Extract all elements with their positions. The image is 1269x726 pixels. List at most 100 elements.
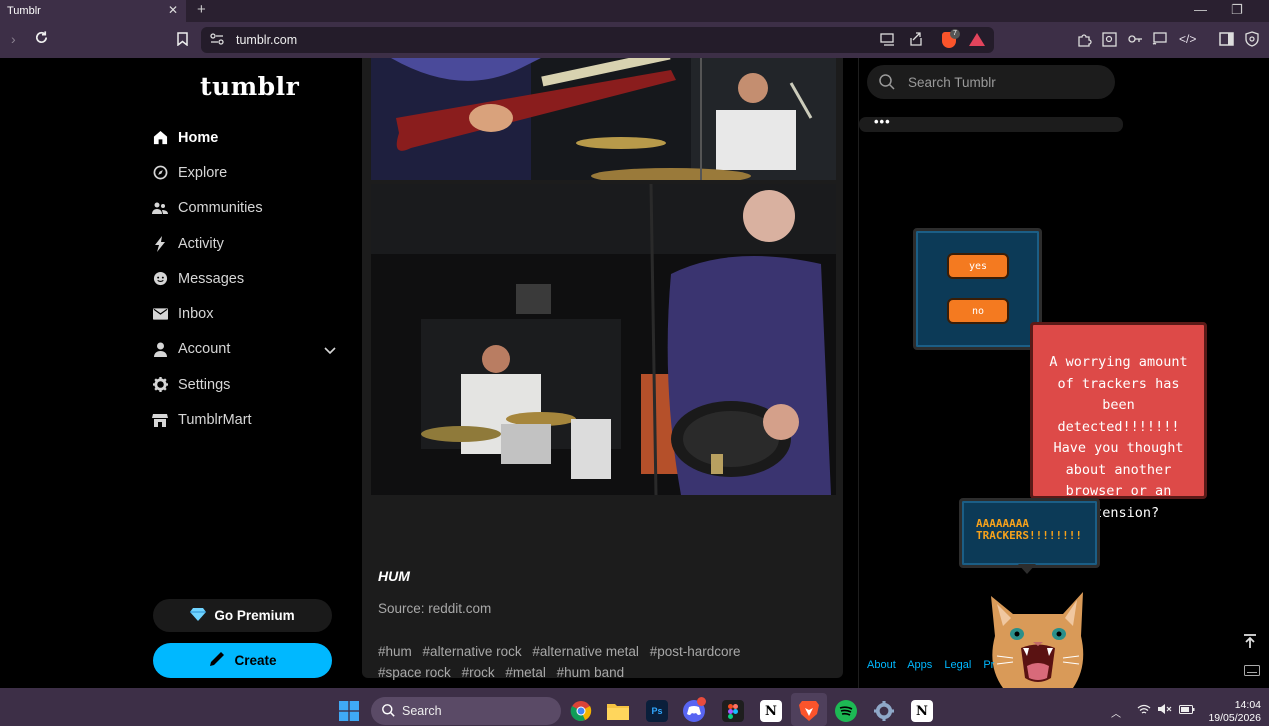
sidebar-item-explore[interactable]: Explore xyxy=(152,155,338,190)
extensions-icon[interactable] xyxy=(1077,32,1092,50)
sidebar-toggle-icon[interactable] xyxy=(1219,32,1234,49)
footer-link-apps[interactable]: Apps xyxy=(907,659,932,671)
chrome-icon[interactable] xyxy=(570,700,592,722)
close-tab-icon[interactable]: ✕ xyxy=(168,3,178,17)
url-text: tumblr.com xyxy=(236,33,298,47)
footer-link-legal[interactable]: Legal xyxy=(944,659,971,671)
shields-count-badge: 7 xyxy=(950,29,960,39)
brave-shields-icon[interactable]: 7 xyxy=(942,29,960,48)
sidebar-item-home[interactable]: Home xyxy=(152,120,338,155)
chat-smile-icon xyxy=(152,271,168,287)
spotify-icon[interactable] xyxy=(835,700,857,722)
tag-link[interactable]: #alternative rock xyxy=(423,644,522,659)
go-premium-label: Go Premium xyxy=(214,608,295,623)
compass-icon xyxy=(152,165,168,181)
minimize-icon[interactable]: — xyxy=(1194,2,1207,17)
windows-start-icon[interactable] xyxy=(339,701,359,726)
sidebar-item-settings[interactable]: Settings xyxy=(152,367,338,402)
taskbar-clock[interactable]: 14:04 19/05/2026 xyxy=(1203,699,1261,725)
file-explorer-icon[interactable] xyxy=(607,700,629,722)
vpn-shield-icon[interactable] xyxy=(1245,31,1259,50)
go-premium-button[interactable]: Go Premium xyxy=(153,599,332,632)
wifi-icon[interactable] xyxy=(1137,704,1151,718)
forward-icon[interactable]: › xyxy=(11,31,16,47)
sidebar-item-messages[interactable]: Messages xyxy=(152,261,338,296)
tag-link[interactable]: #hum xyxy=(378,644,412,659)
tag-link[interactable]: #rock xyxy=(462,665,495,680)
notion-icon[interactable]: N xyxy=(760,700,782,722)
photoshop-icon[interactable]: Ps xyxy=(646,700,668,722)
tag-link[interactable]: #hum band xyxy=(557,665,625,680)
sidebar-item-label: TumblrMart xyxy=(178,412,252,429)
brave-browser-icon[interactable] xyxy=(798,700,820,722)
sidebar-item-inbox[interactable]: Inbox xyxy=(152,296,338,331)
footer-links: About Apps Legal Pr xyxy=(867,659,1003,671)
clock-date: 19/05/2026 xyxy=(1208,712,1261,724)
sidebar-item-tumblrmart[interactable]: TumblrMart xyxy=(152,402,338,437)
tag-link[interactable]: #metal xyxy=(505,665,546,680)
browser-toolbar: › tumblr.com 7 </> xyxy=(0,22,1269,58)
devtools-icon[interactable]: </> xyxy=(1179,32,1196,46)
search-icon xyxy=(879,74,895,95)
post-source[interactable]: Source: reddit.com xyxy=(378,601,491,616)
tag-link[interactable]: #post-hardcore xyxy=(650,644,741,659)
tab-strip: Tumblr ✕ + — ❐ xyxy=(0,0,1269,22)
no-button[interactable]: no xyxy=(947,298,1009,324)
search-input[interactable]: Search Tumblr xyxy=(867,65,1115,99)
home-icon xyxy=(152,130,168,146)
address-bar[interactable]: tumblr.com 7 xyxy=(201,27,994,53)
tab-tumblr[interactable]: Tumblr ✕ xyxy=(0,0,186,22)
cast-icon[interactable] xyxy=(880,33,895,49)
new-tab-button[interactable]: + xyxy=(197,1,206,18)
sidebar-item-label: Communities xyxy=(178,200,263,217)
create-post-button[interactable]: Create xyxy=(153,643,332,678)
share-icon[interactable] xyxy=(908,32,923,49)
sidebar-item-label: Account xyxy=(178,341,231,358)
footer-link-about[interactable]: About xyxy=(867,659,896,671)
post-photo-2[interactable] xyxy=(371,184,836,495)
person-icon xyxy=(152,341,168,357)
sidebar-item-label: Activity xyxy=(178,235,224,252)
diamond-icon xyxy=(190,607,207,624)
settings-app-icon[interactable] xyxy=(873,700,895,722)
scroll-top-icon[interactable] xyxy=(1244,634,1256,651)
brave-rewards-icon[interactable] xyxy=(969,33,985,46)
sidebar-item-activity[interactable]: Activity xyxy=(152,226,338,261)
tag-link[interactable]: #alternative metal xyxy=(532,644,639,659)
sidebar-item-label: Settings xyxy=(178,376,231,393)
post-title: HUM xyxy=(378,568,410,584)
taskbar-search[interactable]: Search xyxy=(371,697,561,725)
screaming-cat-image xyxy=(983,586,1093,688)
reader-mode-icon[interactable] xyxy=(1102,32,1117,50)
create-label: Create xyxy=(234,653,277,668)
figma-icon[interactable] xyxy=(722,700,744,722)
tray-overflow-icon[interactable]: ︿ xyxy=(1111,705,1121,720)
notion-icon[interactable]: N xyxy=(911,700,933,722)
discord-notification-dot xyxy=(697,697,706,706)
password-key-icon[interactable] xyxy=(1128,32,1143,48)
footer-link-privacy[interactable]: Pr xyxy=(983,659,994,671)
radar-section: ••• xyxy=(859,114,1123,132)
sidebar-item-label: Inbox xyxy=(178,306,214,323)
sidebar-item-communities[interactable]: Communities xyxy=(152,191,338,226)
restore-icon[interactable]: ❐ xyxy=(1231,2,1243,18)
yes-button[interactable]: yes xyxy=(947,253,1009,279)
keyboard-icon[interactable] xyxy=(1244,663,1260,679)
post-tags: #hum #alternative rock #alternative meta… xyxy=(378,641,818,683)
cast-screen-icon[interactable] xyxy=(1152,32,1167,48)
envelope-icon xyxy=(152,306,168,322)
post-photo-1[interactable] xyxy=(371,58,836,180)
site-settings-icon[interactable] xyxy=(210,33,224,48)
tracker-shout-bubble: AAAAAAAA TRACKERS!!!!!!!! xyxy=(959,498,1100,568)
chevron-down-icon[interactable] xyxy=(324,343,336,359)
sidebar-item-account[interactable]: Account xyxy=(152,332,338,367)
bookmark-icon[interactable] xyxy=(177,32,188,49)
column-divider xyxy=(858,58,859,688)
volume-muted-icon[interactable] xyxy=(1157,703,1173,718)
tumblr-logo[interactable]: tumblr xyxy=(200,72,299,101)
more-options-icon[interactable]: ••• xyxy=(874,114,891,129)
tag-link[interactable]: #space rock xyxy=(378,665,451,680)
battery-icon[interactable] xyxy=(1179,705,1195,717)
lightning-icon xyxy=(152,235,168,252)
reload-icon[interactable] xyxy=(34,30,49,48)
